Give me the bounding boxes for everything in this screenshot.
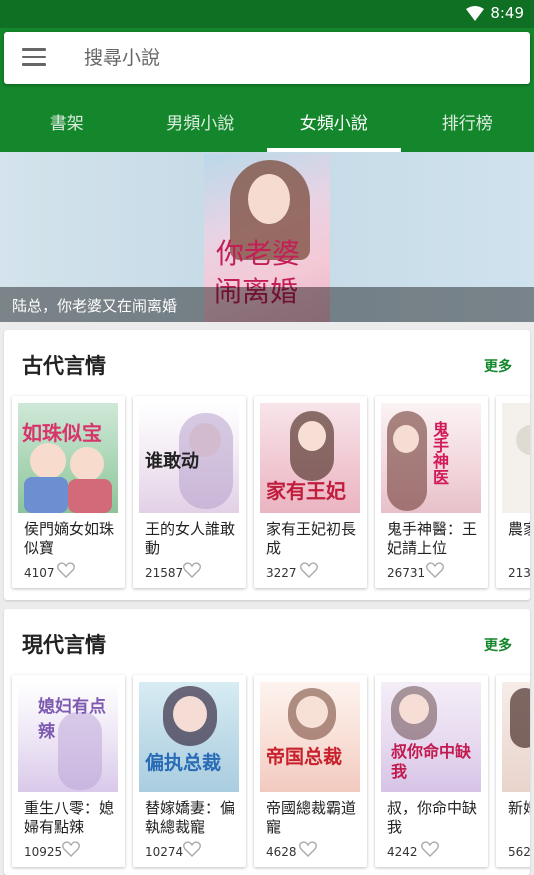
book-cover: 媳妇有点辣 (18, 682, 118, 792)
book-cover: 谁敢动 (139, 403, 239, 513)
banner-cover-title: 你老婆 (216, 237, 301, 270)
book-likes: 4242 (387, 845, 418, 859)
book-card[interactable]: 新婚傲嬌 5624 (496, 675, 530, 867)
tab-male-novels[interactable]: 男頻小說 (134, 90, 268, 152)
heart-icon[interactable] (299, 841, 317, 857)
book-cover-text: 偏执总裁 (145, 752, 222, 774)
heart-icon[interactable] (183, 562, 201, 578)
book-card[interactable]: 如珠似宝 侯門嫡女如珠似寶 4107 (12, 396, 125, 588)
book-likes: 3227 (266, 566, 297, 580)
book-title: 家有王妃初長成 (266, 520, 357, 557)
book-likes: 4628 (266, 845, 297, 859)
wifi-icon (466, 6, 484, 21)
app-header: 書架 男頻小說 女頻小說 排行榜 (0, 28, 534, 152)
banner-caption: 陆总，你老婆又在闹离婚 (0, 287, 534, 322)
status-bar: 8:49 (0, 0, 534, 28)
book-title: 農家 (508, 520, 530, 538)
book-cover-text: 帝国总裁 (266, 746, 343, 768)
book-likes: 10925 (24, 845, 63, 859)
more-link[interactable]: 更多 (484, 356, 512, 376)
section-title: 古代言情 (22, 354, 106, 378)
book-card[interactable]: 帝国总裁 帝國總裁霸道寵 4628 (254, 675, 367, 867)
book-card[interactable]: 媳妇有点辣 重生八零：媳婦有點辣 10925 (12, 675, 125, 867)
book-title: 重生八零：媳婦有點辣 (24, 799, 115, 836)
book-card[interactable]: 叔你命中缺我 叔，你命中缺我 4242 (375, 675, 488, 867)
book-card[interactable]: 鬼手神医 鬼手神醫：王妃請上位 26731 (375, 396, 488, 588)
heart-icon[interactable] (300, 562, 318, 578)
book-cover-text: 媳妇有点辣 (38, 697, 106, 742)
heart-icon[interactable] (183, 841, 201, 857)
book-likes: 5624 (508, 845, 530, 859)
section-ancient-romance: 古代言情 更多 如珠似宝 侯門嫡女如珠似寶 4107 谁敢动 王的女人誰敢動 2… (4, 330, 530, 600)
search-bar (4, 32, 530, 84)
book-likes: 26731 (387, 566, 426, 580)
book-cover-text: 如珠似宝 (22, 421, 102, 445)
tab-female-novels[interactable]: 女頻小說 (267, 90, 401, 152)
book-likes: 21587 (145, 566, 184, 580)
book-cover: 叔你命中缺我 (381, 682, 481, 792)
book-cover: 帝国总裁 (260, 682, 360, 792)
section-modern-romance: 現代言情 更多 媳妇有点辣 重生八零：媳婦有點辣 10925 偏执总裁 替嫁嬌妻… (4, 609, 530, 875)
book-title: 替嫁嬌妻：偏執總裁寵 (145, 799, 236, 836)
book-card[interactable]: 農家 2139 (496, 396, 530, 588)
book-cover: 家有王妃 (260, 403, 360, 513)
book-likes: 2139 (508, 566, 530, 580)
heart-icon[interactable] (62, 841, 80, 857)
more-link[interactable]: 更多 (484, 635, 512, 655)
book-cover-text: 叔你命中缺我 (391, 742, 472, 781)
tab-rankings[interactable]: 排行榜 (401, 90, 534, 152)
book-cover (502, 682, 530, 792)
book-title: 帝國總裁霸道寵 (266, 799, 357, 836)
book-cover-text: 鬼手神医 (430, 421, 449, 485)
search-input[interactable] (84, 44, 504, 72)
featured-banner[interactable]: 你老婆 闹离婚 陆总，你老婆又在闹离婚 (0, 152, 534, 322)
book-cover-text: 谁敢动 (145, 451, 199, 472)
menu-icon[interactable] (22, 48, 46, 68)
book-title: 鬼手神醫：王妃請上位 (387, 520, 478, 557)
book-card[interactable]: 偏执总裁 替嫁嬌妻：偏執總裁寵 10274 (133, 675, 246, 867)
book-likes: 4107 (24, 566, 55, 580)
heart-icon[interactable] (426, 562, 444, 578)
book-card[interactable]: 谁敢动 王的女人誰敢動 21587 (133, 396, 246, 588)
book-card[interactable]: 家有王妃 家有王妃初長成 3227 (254, 396, 367, 588)
book-cover: 如珠似宝 (18, 403, 118, 513)
heart-icon[interactable] (57, 562, 75, 578)
book-cover: 鬼手神医 (381, 403, 481, 513)
heart-icon[interactable] (421, 841, 439, 857)
tab-bookshelf[interactable]: 書架 (0, 90, 134, 152)
tab-bar: 書架 男頻小說 女頻小說 排行榜 (0, 90, 534, 152)
book-likes: 10274 (145, 845, 184, 859)
book-cover (502, 403, 530, 513)
book-title: 叔，你命中缺我 (387, 799, 478, 836)
status-time: 8:49 (490, 4, 524, 22)
section-title: 現代言情 (22, 633, 106, 657)
book-cover-text: 家有王妃 (266, 479, 346, 503)
book-title: 新婚傲嬌 (508, 799, 530, 817)
book-cover: 偏执总裁 (139, 682, 239, 792)
book-title: 侯門嫡女如珠似寶 (24, 520, 115, 557)
book-title: 王的女人誰敢動 (145, 520, 236, 557)
